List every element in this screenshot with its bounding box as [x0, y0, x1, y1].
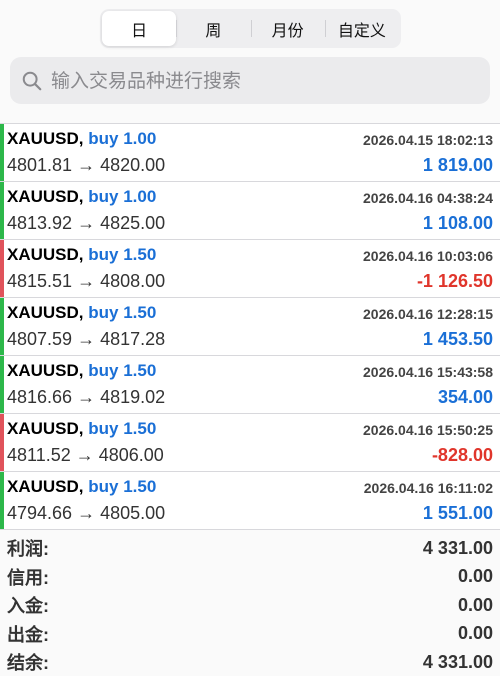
deal-side-volume: buy 1.50 — [88, 361, 157, 380]
deal-title: XAUUSD, buy 1.50 — [7, 419, 156, 439]
deal-time: 2026.04.16 04:38:24 — [363, 190, 493, 206]
deal-prices: 4794.66 → 4805.00 — [7, 503, 166, 523]
summary-label: 出金: — [7, 624, 49, 645]
summary-label: 信用: — [7, 567, 49, 588]
summary-value: 0.00 — [457, 623, 493, 644]
deal-row[interactable]: XAUUSD, buy 1.00 4801.81 → 4820.00 2026.04… — [0, 124, 500, 182]
deal-profit: 1 551.00 — [422, 503, 493, 523]
deal-profit: 1 108.00 — [422, 213, 493, 233]
deal-profit: 354.00 — [437, 387, 493, 407]
summary-value: 0.00 — [457, 566, 493, 587]
deal-symbol: XAUUSD, — [7, 129, 84, 148]
deal-profit: 1 819.00 — [422, 155, 493, 175]
search-bar[interactable] — [10, 57, 490, 104]
deal-row[interactable]: XAUUSD, buy 1.50 4816.66 → 4819.02 2026.04… — [0, 356, 500, 414]
search-icon — [22, 71, 42, 90]
deal-symbol: XAUUSD, — [7, 303, 84, 322]
deal-row[interactable]: XAUUSD, buy 1.50 4807.59 → 4817.28 2026.04… — [0, 298, 500, 356]
result-indicator-bar — [0, 414, 4, 471]
deal-symbol: XAUUSD, — [7, 361, 84, 380]
deal-prices: 4807.59 → 4817.28 — [7, 329, 166, 349]
tab-custom[interactable]: 自定义 — [324, 11, 399, 46]
result-indicator-bar — [0, 124, 4, 181]
tab-week[interactable]: 周 — [176, 11, 250, 46]
deal-prices: 4816.66 → 4819.02 — [7, 387, 166, 407]
result-indicator-bar — [0, 298, 4, 355]
deal-profit: -828.00 — [431, 445, 493, 465]
deal-side-volume: buy 1.00 — [88, 187, 157, 206]
deal-list: XAUUSD, buy 1.00 4801.81 → 4820.00 2026.04… — [0, 123, 500, 530]
summary-row: 出金: 0.00 — [0, 620, 500, 649]
summary-label: 结余: — [7, 653, 49, 674]
deal-profit: 1 453.50 — [422, 329, 493, 349]
deal-title: XAUUSD, buy 1.50 — [7, 361, 156, 381]
deal-row[interactable]: XAUUSD, buy 1.50 4794.66 → 4805.00 2026.04… — [0, 472, 500, 530]
deal-prices: 4801.81 → 4820.00 — [7, 155, 166, 175]
summary-value: 4 331.00 — [422, 651, 493, 672]
result-indicator-bar — [0, 472, 4, 529]
summary-label: 入金: — [7, 596, 49, 617]
summary-section: 利润: 4 331.00 信用: 0.00 入金: 0.00 出金: 0.00 结余: 4 331… — [0, 534, 500, 676]
tab-month[interactable]: 月份 — [250, 11, 325, 46]
result-indicator-bar — [0, 356, 4, 413]
summary-row: 结余: 4 331.00 — [0, 648, 500, 676]
deal-symbol: XAUUSD, — [7, 477, 84, 496]
deal-title: XAUUSD, buy 1.50 — [7, 245, 156, 265]
summary-row: 信用: 0.00 — [0, 563, 500, 592]
deal-row[interactable]: XAUUSD, buy 1.50 4815.51 → 4808.00 2026.04… — [0, 240, 500, 298]
deal-symbol: XAUUSD, — [7, 187, 84, 206]
result-indicator-bar — [0, 182, 4, 239]
deal-title: XAUUSD, buy 1.00 — [7, 129, 156, 149]
deal-time: 2026.04.16 15:50:25 — [363, 422, 493, 438]
deal-symbol: XAUUSD, — [7, 419, 84, 438]
deal-title: XAUUSD, buy 1.50 — [7, 477, 156, 497]
deal-side-volume: buy 1.50 — [88, 245, 157, 264]
deal-profit: -1 126.50 — [416, 271, 493, 291]
deal-prices: 4813.92 → 4825.00 — [7, 213, 166, 233]
deal-title: XAUUSD, buy 1.50 — [7, 303, 156, 323]
deal-title: XAUUSD, buy 1.00 — [7, 187, 156, 207]
deal-side-volume: buy 1.50 — [88, 419, 157, 438]
deal-symbol: XAUUSD, — [7, 245, 84, 264]
deal-prices: 4811.52 → 4806.00 — [7, 445, 164, 465]
deal-side-volume: buy 1.00 — [88, 129, 157, 148]
summary-value: 4 331.00 — [422, 537, 493, 558]
deal-prices: 4815.51 → 4808.00 — [7, 271, 166, 291]
deal-row[interactable]: XAUUSD, buy 1.00 4813.92 → 4825.00 2026.04… — [0, 182, 500, 240]
summary-row: 入金: 0.00 — [0, 591, 500, 620]
summary-label: 利润: — [7, 539, 49, 560]
deal-time: 2026.04.16 15:43:58 — [363, 364, 493, 380]
deal-time: 2026.04.16 12:28:15 — [363, 306, 493, 322]
deal-time: 2026.04.16 10:03:06 — [363, 248, 493, 264]
deal-row[interactable]: XAUUSD, buy 1.50 4811.52 → 4806.00 2026.04… — [0, 414, 500, 472]
deal-time: 2026.04.16 16:11:02 — [363, 480, 493, 496]
tab-day[interactable]: 日 — [102, 11, 177, 46]
summary-row: 利润: 4 331.00 — [0, 534, 500, 563]
result-indicator-bar — [0, 240, 4, 297]
period-segmented-control: 日 周 月份 自定义 — [100, 9, 401, 48]
deal-time: 2026.04.15 18:02:13 — [363, 132, 493, 148]
summary-value: 0.00 — [457, 594, 493, 615]
search-input[interactable] — [51, 69, 471, 92]
deal-side-volume: buy 1.50 — [88, 303, 157, 322]
deal-side-volume: buy 1.50 — [88, 477, 157, 496]
